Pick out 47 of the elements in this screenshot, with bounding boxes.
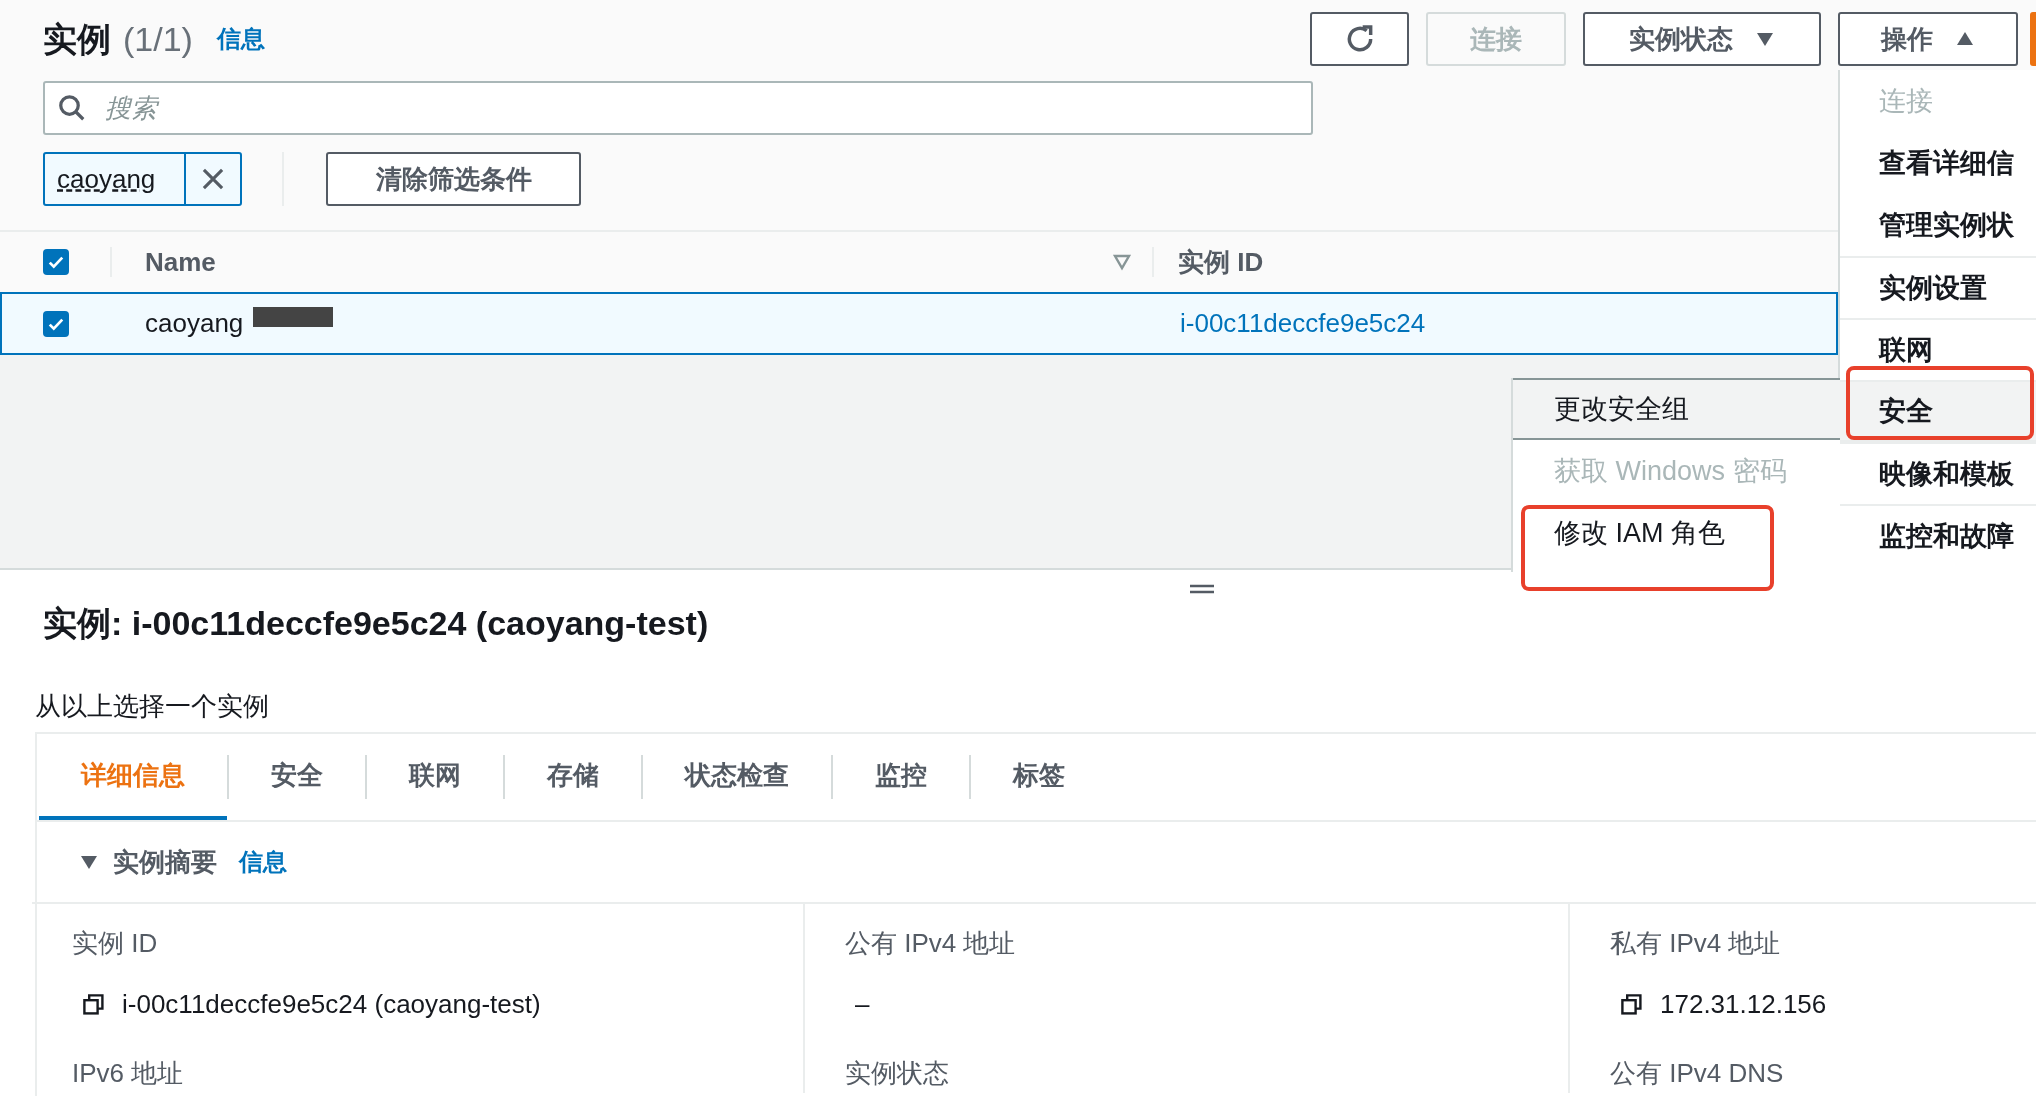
search-field[interactable]: 搜索 — [43, 81, 1313, 135]
instance-id-link[interactable]: i-00c11deccfe9e5c24 — [1180, 304, 1426, 343]
checkbox[interactable] — [43, 310, 69, 337]
menu-item[interactable]: 安全 — [1840, 380, 2036, 442]
instance-count: (1/1) — [123, 18, 193, 60]
field-label: 公有 IPv4 地址 — [845, 927, 1017, 960]
tab[interactable]: 存储 — [505, 734, 641, 820]
hint-text: 从以上选择一个实例 — [35, 690, 270, 723]
clear-filters-button[interactable]: 清除筛选条件 — [326, 152, 581, 206]
column-header[interactable]: 实例 ID — [1178, 242, 1264, 282]
tab[interactable]: 监控 — [833, 734, 969, 820]
table-cell-text: caoyang — [145, 307, 244, 340]
field-label: 实例 ID — [72, 927, 159, 960]
tab[interactable]: 安全 — [229, 734, 365, 820]
menu-item[interactable]: 更改安全组 — [1513, 378, 1840, 440]
filter-value: caoyang — [56, 162, 157, 196]
sort-icon[interactable] — [1112, 252, 1132, 272]
actions-button[interactable]: 操作 — [1838, 12, 2018, 66]
table-row[interactable]: caoyang i-00c11deccfe9e5c24 — [0, 292, 1838, 355]
section-title: 实例摘要 — [113, 845, 217, 879]
page-title: 实例 — [43, 18, 111, 60]
checkbox[interactable] — [43, 249, 69, 275]
field-value: – — [855, 988, 870, 1021]
drag-handle-icon[interactable] — [1190, 584, 1214, 594]
menu-item[interactable]: 实例设置 — [1840, 256, 2036, 318]
menu-item[interactable]: 管理实例状 — [1840, 194, 2036, 256]
field-value: 172.31.12.156 — [1660, 988, 1827, 1021]
copy-icon[interactable] — [1620, 992, 1644, 1017]
copy-icon[interactable] — [82, 992, 106, 1017]
close-icon — [200, 166, 226, 192]
tab[interactable]: 标签 — [971, 734, 1107, 820]
field-value: i-00c11deccfe9e5c24 (caoyang-test) — [122, 988, 541, 1021]
field-label: 实例状态 — [845, 1057, 950, 1090]
tab[interactable]: 联网 — [367, 734, 503, 820]
search-icon — [57, 93, 87, 123]
instance-state-button[interactable]: 实例状态 — [1583, 12, 1821, 66]
menu-item[interactable]: 修改 IAM 角色 — [1513, 502, 1840, 564]
menu-item[interactable]: 查看详细信 — [1840, 132, 2036, 194]
refresh-button[interactable] — [1310, 12, 1409, 66]
field-label: 私有 IPv4 地址 — [1610, 927, 1782, 960]
details-title: 实例: i-00c11deccfe9e5c24 (caoyang-test) — [43, 603, 709, 644]
tab[interactable]: 状态检查 — [643, 734, 831, 820]
field-label: 公有 IPv4 DNS — [1610, 1057, 1785, 1090]
field-label: IPv6 地址 — [72, 1057, 185, 1090]
info-link[interactable]: 信息 — [216, 21, 265, 57]
info-link[interactable]: 信息 — [239, 844, 287, 880]
column-header[interactable]: Name — [145, 242, 216, 282]
